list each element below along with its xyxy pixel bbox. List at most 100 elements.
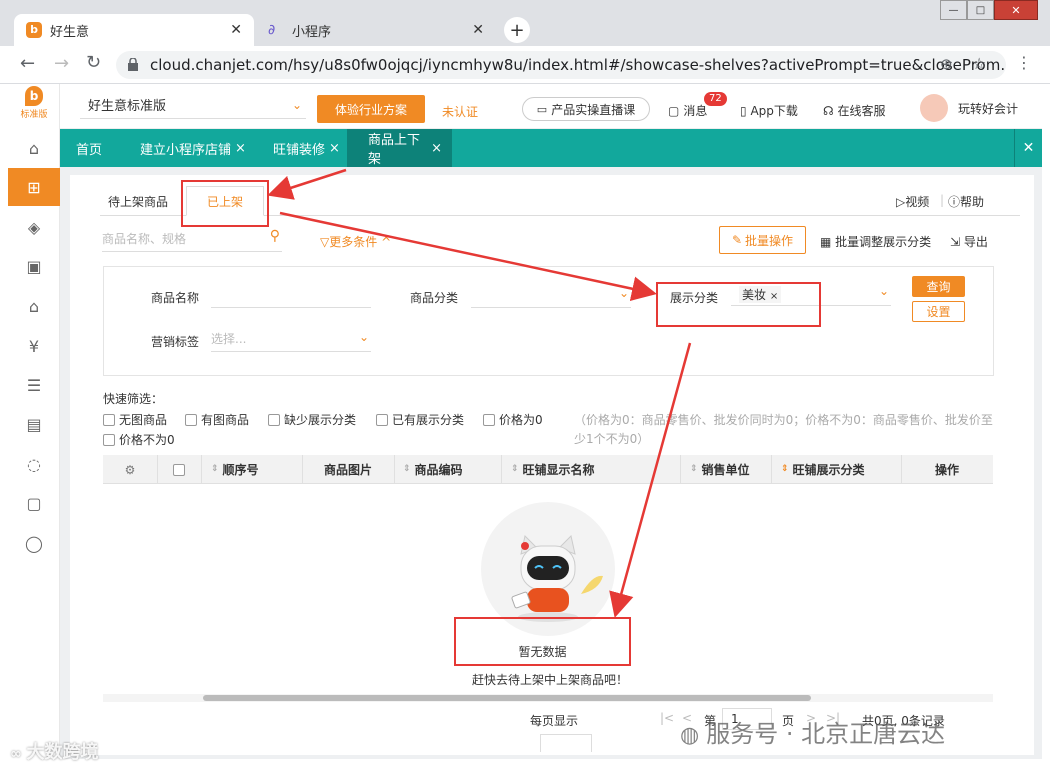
- app-header: 好生意标准版 ⌄ 体验行业方案 未认证 ▭ 产品实操直播课 ▢ 消息 72 ▯ …: [60, 84, 1042, 129]
- forward-arrow-icon[interactable]: →: [54, 53, 69, 74]
- sort-icon[interactable]: ⇕: [781, 465, 789, 474]
- quick-filter-price-nonzero[interactable]: 价格不为0: [103, 431, 175, 448]
- select-all-checkbox[interactable]: [173, 463, 185, 476]
- close-window-button[interactable]: ✕: [994, 0, 1038, 20]
- browser-tab-haoshengyi[interactable]: b 好生意 ✕: [14, 14, 254, 46]
- home-icon: ⌂: [28, 138, 40, 158]
- close-all-tabs-button[interactable]: ✕: [1014, 129, 1042, 167]
- messages-button[interactable]: ▢ 消息 72: [668, 92, 727, 119]
- close-tab-icon[interactable]: ✕: [472, 22, 484, 38]
- tab-home[interactable]: 首页: [76, 129, 102, 167]
- checkbox[interactable]: [103, 414, 115, 426]
- sidebar-gift[interactable]: ⊞: [8, 168, 60, 206]
- per-page-select[interactable]: [540, 734, 592, 752]
- column-sales-unit[interactable]: ⇕ 销售单位: [690, 455, 750, 484]
- maximize-button[interactable]: □: [967, 0, 994, 20]
- app-download-button[interactable]: ▯ App下载: [740, 102, 798, 119]
- new-tab-button[interactable]: +: [504, 17, 530, 43]
- address-bar[interactable]: cloud.chanjet.com/hsy/u8s0fw0ojqcj/iyncm…: [116, 51, 1006, 79]
- minimize-button[interactable]: —: [940, 0, 967, 20]
- online-service-button[interactable]: ☊ 在线客服: [823, 102, 886, 119]
- tab-product-shelving[interactable]: 商品上下架 ×: [347, 129, 452, 167]
- help-link[interactable]: ⓘ帮助: [948, 193, 984, 210]
- column-label: 旺铺显示名称: [522, 463, 595, 477]
- scrollbar-thumb[interactable]: [203, 695, 811, 701]
- column-label: 商品编码: [414, 463, 463, 477]
- sidebar-chat[interactable]: ◯: [8, 524, 60, 562]
- column-settings[interactable]: ⚙: [103, 455, 157, 484]
- close-icon[interactable]: ×: [431, 141, 442, 156]
- reload-icon[interactable]: ↻: [86, 52, 101, 73]
- sidebar-store[interactable]: ⌂: [8, 287, 60, 325]
- horizontal-scrollbar[interactable]: [103, 694, 993, 702]
- live-course-button[interactable]: ▭ 产品实操直播课: [522, 97, 650, 121]
- zoom-icon[interactable]: ⊕: [940, 55, 953, 73]
- checkbox[interactable]: [483, 414, 495, 426]
- checkbox[interactable]: [103, 434, 115, 446]
- sort-icon[interactable]: ⇕: [690, 465, 698, 474]
- settings-button[interactable]: 设置: [912, 301, 965, 322]
- sidebar-orders[interactable]: ☰: [8, 366, 60, 404]
- tab-shop-decoration[interactable]: 旺铺装修 ×: [273, 129, 340, 167]
- product-name-input[interactable]: [211, 286, 371, 308]
- checkbox[interactable]: [185, 414, 197, 426]
- column-sequence[interactable]: ⇕ 顺序号: [211, 455, 259, 484]
- user-menu[interactable]: 玩转好会计: [920, 94, 1018, 122]
- sidebar-finance[interactable]: ¥: [8, 327, 60, 365]
- product-category-select[interactable]: ⌄: [471, 286, 631, 308]
- edition-select[interactable]: 好生意标准版 ⌄: [80, 91, 306, 119]
- tab-miniprogram-store[interactable]: 建立小程序店铺 ×: [140, 129, 246, 167]
- logo-mark-icon: b: [25, 86, 43, 106]
- column-divider: [394, 455, 395, 484]
- money-bag-icon: ¥: [28, 336, 40, 356]
- quick-filter-no-image[interactable]: 无图商品: [103, 411, 167, 428]
- quick-filter-has-category[interactable]: 已有展示分类: [376, 411, 464, 428]
- sidebar-new[interactable]: ▢: [8, 484, 60, 522]
- close-icon[interactable]: ×: [329, 141, 340, 156]
- batch-operation-button[interactable]: ✎ 批量操作: [719, 226, 806, 254]
- trial-solution-button[interactable]: 体验行业方案: [317, 95, 425, 123]
- close-tab-icon[interactable]: ✕: [230, 22, 242, 38]
- quick-filter-label: 已有展示分类: [392, 413, 465, 427]
- subtab-listed[interactable]: 已上架: [186, 186, 264, 216]
- batch-adjust-category-button[interactable]: ▦ 批量调整展示分类: [820, 233, 931, 250]
- bookmark-star-icon[interactable]: ☆: [972, 54, 986, 73]
- search-icon[interactable]: ⚲: [270, 228, 280, 244]
- checkbox[interactable]: [268, 414, 280, 426]
- tab-label: 建立小程序店铺: [140, 142, 232, 158]
- quick-filter-missing-category[interactable]: 缺少展示分类: [268, 411, 356, 428]
- checkbox[interactable]: [376, 414, 388, 426]
- unverified-link[interactable]: 未认证: [442, 103, 478, 120]
- query-button[interactable]: 查询: [912, 276, 965, 297]
- export-button[interactable]: ⇲ 导出: [950, 233, 988, 250]
- column-code[interactable]: ⇕ 商品编码: [403, 455, 463, 484]
- sidebar-home[interactable]: ⌂: [8, 129, 60, 167]
- column-label: 顺序号: [222, 463, 259, 477]
- quick-filter-has-image[interactable]: 有图商品: [185, 411, 249, 428]
- select-all[interactable]: [157, 455, 201, 484]
- quick-filter-price-zero[interactable]: 价格为0: [483, 411, 543, 428]
- browser-tab-miniprogram[interactable]: ∂ 小程序 ✕: [256, 14, 496, 46]
- more-conditions-toggle[interactable]: ▽更多条件 ^: [320, 233, 391, 250]
- search-input[interactable]: 商品名称、规格 ⚲: [102, 228, 282, 252]
- first-page-icon[interactable]: |<: [660, 711, 674, 725]
- close-icon[interactable]: ×: [235, 141, 246, 156]
- column-shop-name[interactable]: ⇕ 旺铺显示名称: [511, 455, 595, 484]
- sidebar-shop[interactable]: ▣: [8, 247, 60, 285]
- sort-icon[interactable]: ⇕: [211, 465, 219, 474]
- app-logo[interactable]: b 标准版: [8, 86, 60, 126]
- column-display-category[interactable]: ⇕ 旺铺展示分类: [781, 455, 865, 484]
- video-link[interactable]: ▷视频: [896, 193, 929, 210]
- quick-filter-label: 缺少展示分类: [284, 413, 357, 427]
- sort-icon[interactable]: ⇕: [511, 465, 519, 474]
- gear-icon[interactable]: ⚙: [125, 463, 136, 477]
- sidebar-cycle[interactable]: ◌: [8, 445, 60, 483]
- subtab-pending[interactable]: 待上架商品: [108, 193, 168, 210]
- sidebar-marketing[interactable]: ◈: [8, 208, 60, 246]
- sidebar-reports[interactable]: ▤: [8, 405, 60, 443]
- back-arrow-icon[interactable]: ←: [20, 53, 35, 74]
- column-image: 商品图片: [324, 455, 372, 484]
- marketing-tag-select[interactable]: 选择... ⌄: [211, 330, 371, 352]
- menu-dots-icon[interactable]: ⋮: [1016, 53, 1032, 72]
- sort-icon[interactable]: ⇕: [403, 465, 411, 474]
